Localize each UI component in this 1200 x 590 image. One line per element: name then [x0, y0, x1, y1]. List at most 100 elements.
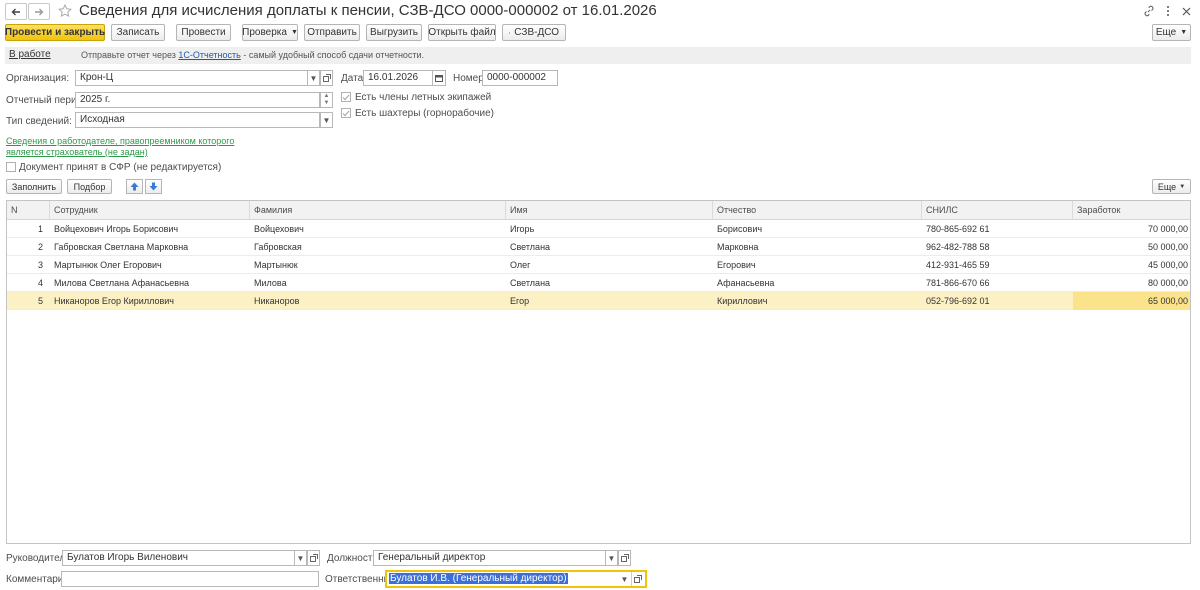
first-name-cell: Олег — [510, 260, 531, 270]
column-header-last-name[interactable]: Фамилия — [250, 201, 506, 220]
table-row[interactable]: 4 Милова Светлана Афанасьевна Милова Све… — [7, 274, 1190, 292]
flight-crew-checkbox[interactable] — [341, 92, 351, 102]
info-text-after: - самый удобный способ сдачи отчетности. — [240, 50, 425, 60]
move-up-icon — [130, 182, 139, 191]
save-button[interactable]: Записать — [111, 24, 165, 41]
send-button[interactable]: Отправить — [304, 24, 360, 41]
link-button[interactable] — [1141, 3, 1157, 19]
employees-table[interactable]: N Сотрудник Фамилия Имя Отчество СНИЛС З… — [6, 200, 1191, 544]
last-name-cell: Милова — [254, 278, 287, 288]
responsible-dropdown[interactable]: ▼ — [618, 572, 631, 586]
star-icon — [58, 4, 72, 18]
middle-name-cell: Егорович — [717, 260, 756, 270]
snils-cell: 412-931-465 59 — [926, 260, 990, 270]
move-down-button[interactable] — [145, 179, 162, 194]
employee-cell: Никаноров Егор Кириллович — [54, 296, 174, 306]
responsible-field[interactable]: Булатов И.В. (Генеральный директор) — [385, 570, 647, 588]
post-button[interactable]: Провести — [176, 24, 231, 41]
earnings-cell: 70 000,00 — [1147, 224, 1188, 234]
successor-link[interactable]: Сведения о работодателе, правопреемником… — [6, 136, 256, 158]
employee-cell: Милова Светлана Афанасьевна — [54, 278, 190, 288]
table-row[interactable]: 2 Габровская Светлана Марковна Габровска… — [7, 238, 1190, 256]
row-number: 1 — [37, 224, 43, 234]
calendar-icon — [435, 75, 443, 82]
earnings-cell: 50 000,00 — [1147, 242, 1188, 252]
miners-checkbox[interactable] — [341, 108, 351, 118]
snils-cell: 052-796-692 01 — [926, 296, 990, 306]
column-header-earnings[interactable]: Заработок — [1073, 201, 1190, 220]
column-header-snils[interactable]: СНИЛС — [922, 201, 1073, 220]
head-dropdown[interactable]: ▼ — [294, 550, 307, 566]
back-button[interactable] — [5, 3, 27, 20]
period-spinner[interactable]: ▲ ▼ — [320, 92, 333, 108]
period-field[interactable]: 2025 г. — [75, 92, 320, 108]
forward-button[interactable] — [28, 3, 50, 20]
number-field[interactable]: 0000-000002 — [482, 70, 558, 86]
reporting-service-link[interactable]: 1С-Отчетность — [178, 50, 240, 60]
date-picker-button[interactable] — [432, 70, 446, 86]
flight-crew-label: Есть члены летных экипажей — [355, 92, 492, 103]
forward-arrow-icon — [35, 8, 44, 15]
last-name-cell: Мартынюк — [254, 260, 298, 270]
column-header-middle-name[interactable]: Отчество — [713, 201, 922, 220]
close-button[interactable] — [1178, 3, 1194, 19]
check-button[interactable]: Проверка ▼ — [242, 24, 298, 41]
position-dropdown[interactable]: ▼ — [605, 550, 618, 566]
page-title: Сведения для исчисления доплаты к пенсии… — [79, 2, 657, 19]
responsible-open-button[interactable] — [631, 572, 644, 586]
table-row[interactable]: 1 Войцехович Игорь Борисович Войцехович … — [7, 220, 1190, 238]
earnings-cell: 80 000,00 — [1147, 278, 1188, 288]
checkmark-icon — [342, 94, 350, 100]
accepted-label: Документ принят в СФР (не редактируется) — [19, 162, 222, 173]
print-form-button[interactable]: СЗВ-ДСО — [502, 24, 566, 41]
spin-down-icon: ▼ — [323, 100, 330, 106]
print-form-label: СЗВ-ДСО — [514, 27, 559, 38]
first-name-cell: Игорь — [510, 224, 535, 234]
favorite-button[interactable] — [57, 3, 73, 19]
organization-label: Организация: — [6, 73, 70, 84]
type-field[interactable]: Исходная — [75, 112, 320, 128]
type-label: Тип сведений: — [6, 116, 72, 127]
printer-icon — [509, 31, 511, 34]
open-icon — [309, 554, 318, 562]
head-field[interactable]: Булатов Игорь Виленович — [62, 550, 307, 566]
type-dropdown[interactable]: ▼ — [320, 112, 333, 128]
status-link[interactable]: В работе — [9, 49, 51, 60]
open-icon — [620, 554, 629, 562]
head-open-button[interactable] — [307, 550, 320, 566]
chevron-down-icon: ▼ — [1180, 29, 1188, 36]
chevron-down-icon: ▼ — [309, 73, 318, 83]
more-actions-button[interactable] — [1160, 3, 1176, 19]
table-row-selected[interactable]: 5 Никаноров Егор Кириллович Никаноров Ег… — [7, 292, 1190, 310]
organization-dropdown[interactable]: ▼ — [307, 70, 320, 86]
date-field[interactable]: 16.01.2026 — [363, 70, 433, 86]
move-up-button[interactable] — [126, 179, 143, 194]
column-header-first-name[interactable]: Имя — [506, 201, 713, 220]
open-file-button[interactable]: Открыть файл — [428, 24, 496, 41]
earnings-cell-active[interactable]: 65 000,00 — [1073, 292, 1190, 310]
chevron-down-icon: ▼ — [296, 553, 305, 563]
column-header-employee[interactable]: Сотрудник — [50, 201, 250, 220]
export-button[interactable]: Выгрузить — [366, 24, 422, 41]
chevron-down-icon: ▼ — [290, 29, 298, 36]
column-header-n[interactable]: N — [7, 201, 50, 220]
table-more-button[interactable]: Еще ▼ — [1152, 179, 1191, 194]
select-button[interactable]: Подбор — [67, 179, 112, 194]
post-and-close-button[interactable]: Провести и закрыть — [5, 24, 105, 41]
position-field[interactable]: Генеральный директор — [373, 550, 618, 566]
organization-field[interactable]: Крон-Ц — [75, 70, 320, 86]
position-open-button[interactable] — [618, 550, 631, 566]
fill-button[interactable]: Заполнить — [6, 179, 62, 194]
back-arrow-icon — [11, 8, 20, 15]
table-row[interactable]: 3 Мартынюк Олег Егорович Мартынюк Олег Е… — [7, 256, 1190, 274]
row-number: 4 — [37, 278, 43, 288]
middle-name-cell: Марковна — [717, 242, 759, 252]
accepted-checkbox[interactable] — [6, 162, 16, 172]
more-button[interactable]: Еще ▼ — [1152, 24, 1191, 41]
organization-open-button[interactable] — [320, 70, 333, 86]
chevron-down-icon: ▼ — [322, 115, 331, 125]
info-text-before: Отправьте отчет через — [81, 50, 179, 60]
first-name-cell: Светлана — [510, 278, 551, 288]
snils-cell: 781-866-670 66 — [926, 278, 990, 288]
comment-field[interactable] — [61, 571, 319, 587]
